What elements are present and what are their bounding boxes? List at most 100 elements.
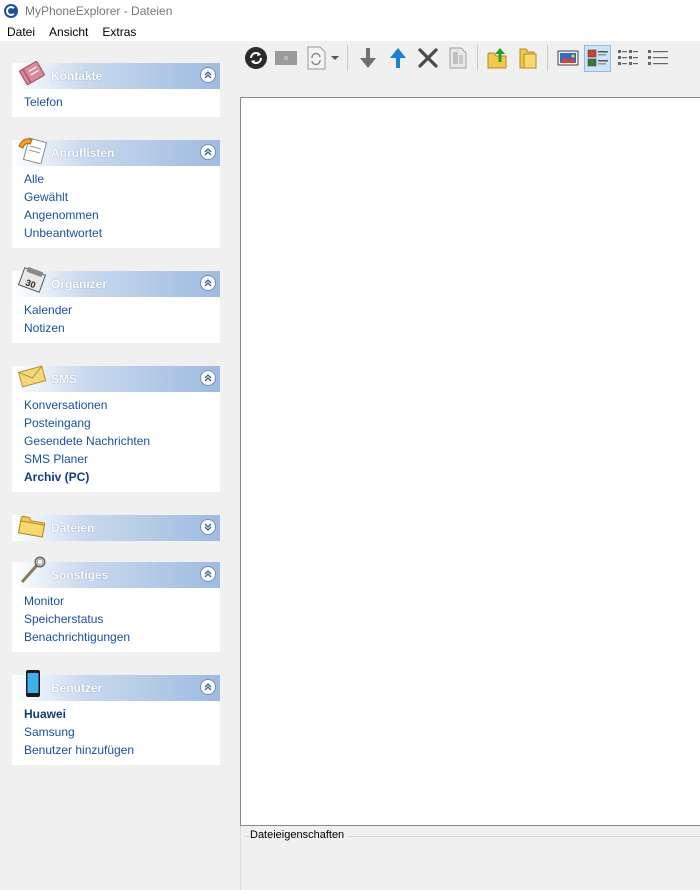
- refresh-icon: [244, 47, 267, 69]
- menu-extras[interactable]: Extras: [95, 25, 143, 39]
- expand-dateien-button[interactable]: [200, 519, 216, 535]
- properties-icon: [449, 47, 466, 69]
- toolbar: [240, 41, 700, 75]
- panel-header-sonstiges[interactable]: Sonstiges: [12, 556, 220, 588]
- sidebar-item-huawei[interactable]: Huawei: [24, 705, 220, 723]
- panel-organizer: 30 Organizer Kalender Notizen: [12, 266, 220, 343]
- thumbnail-view-button[interactable]: [554, 45, 581, 72]
- title-bar: MyPhoneExplorer - Dateien: [0, 0, 700, 22]
- panel-header-sms[interactable]: SMS: [12, 365, 220, 392]
- chevron-up-icon: [204, 148, 212, 156]
- tile-view-icon: [587, 49, 608, 67]
- phone-list-icon: [18, 137, 48, 164]
- sidebar-item-sms-planer[interactable]: SMS Planer: [24, 450, 220, 468]
- toolbar-separator: [547, 45, 548, 71]
- download-button[interactable]: [354, 45, 381, 72]
- collapse-benutzer-button[interactable]: [200, 679, 216, 695]
- sidebar-item-benachrichtigungen[interactable]: Benachrichtigungen: [24, 628, 220, 646]
- sidebar-item-konversationen[interactable]: Konversationen: [24, 396, 220, 414]
- chevron-up-icon: [204, 374, 212, 382]
- sidebar-item-alle[interactable]: Alle: [24, 170, 220, 188]
- panel-header-anruflisten[interactable]: Anruflisten: [12, 137, 220, 166]
- details-view-icon: [647, 50, 668, 65]
- refresh-button[interactable]: [242, 45, 269, 72]
- panel-dateien: Dateien: [12, 515, 220, 541]
- sidebar-item-benutzer-hinzufuegen[interactable]: Benutzer hinzufügen: [24, 741, 220, 759]
- chevron-up-icon: [204, 279, 212, 287]
- blank-button[interactable]: [272, 45, 299, 72]
- sidebar-item-gesendete-nachrichten[interactable]: Gesendete Nachrichten: [24, 432, 220, 450]
- thumbnail-view-icon: [557, 50, 578, 66]
- app-logo-icon: [4, 4, 18, 18]
- file-properties-panel: Dateieigenschaften: [240, 826, 700, 890]
- panel-sonstiges: Sonstiges Monitor Speicherstatus Benachr…: [12, 556, 220, 652]
- panel-title-organizer: Organizer: [51, 277, 108, 291]
- collapse-sms-button[interactable]: [200, 370, 216, 386]
- menu-ansicht[interactable]: Ansicht: [42, 25, 95, 39]
- sidebar-item-speicherstatus[interactable]: Speicherstatus: [24, 610, 220, 628]
- chevron-up-icon: [204, 71, 212, 79]
- delete-button[interactable]: [414, 45, 441, 72]
- delete-icon: [417, 48, 438, 68]
- panel-header-dateien[interactable]: Dateien: [12, 515, 220, 541]
- panel-title-dateien: Dateien: [51, 521, 95, 535]
- chevron-up-icon: [204, 570, 212, 578]
- panel-title-sonstiges: Sonstiges: [51, 568, 109, 582]
- properties-button[interactable]: [444, 45, 471, 72]
- toolbar-separator: [477, 45, 478, 71]
- menu-bar: Datei Ansicht Extras: [0, 22, 700, 41]
- sidebar-item-telefon[interactable]: Telefon: [24, 93, 220, 111]
- list-view-button[interactable]: [614, 45, 641, 72]
- sync-dropdown-button[interactable]: [329, 45, 341, 72]
- sidebar-item-samsung[interactable]: Samsung: [24, 723, 220, 741]
- sync-button[interactable]: [302, 45, 329, 72]
- panel-header-kontakte[interactable]: Kontakte: [12, 60, 220, 89]
- folder-up-icon: [487, 48, 506, 69]
- toolbar-separator: [347, 45, 348, 71]
- panel-sms: SMS Konversationen Posteingang Gesendete…: [12, 365, 220, 492]
- sidebar: Kontakte Telefon Anruflisten Alle Gewähl: [0, 41, 232, 890]
- folder-button[interactable]: [514, 45, 541, 72]
- tile-view-button[interactable]: [584, 44, 611, 72]
- details-view-button[interactable]: [644, 45, 671, 72]
- panel-kontakte: Kontakte Telefon: [12, 60, 220, 117]
- sidebar-item-archiv-pc[interactable]: Archiv (PC): [24, 468, 220, 486]
- sidebar-item-kalender[interactable]: Kalender: [24, 301, 220, 319]
- sidebar-item-notizen[interactable]: Notizen: [24, 319, 220, 337]
- sidebar-item-unbeantwortet[interactable]: Unbeantwortet: [24, 224, 220, 242]
- address-book-icon: [19, 60, 45, 86]
- collapse-organizer-button[interactable]: [200, 275, 216, 291]
- dropdown-arrow-icon: [331, 56, 339, 60]
- properties-label: Dateieigenschaften: [250, 829, 348, 841]
- window-title: MyPhoneExplorer - Dateien: [25, 4, 173, 18]
- file-list-area[interactable]: [240, 97, 700, 826]
- folder-up-button[interactable]: [484, 45, 511, 72]
- folder-icon: [519, 48, 536, 69]
- chevron-down-icon: [204, 523, 212, 531]
- wrench-icon: [20, 556, 46, 583]
- panel-header-benutzer[interactable]: Benutzer: [12, 670, 220, 701]
- envelope-icon: [17, 365, 47, 388]
- collapse-kontakte-button[interactable]: [200, 67, 216, 83]
- chevron-up-icon: [204, 683, 212, 691]
- panel-title-sms: SMS: [51, 372, 78, 386]
- panel-title-kontakte: Kontakte: [51, 69, 103, 83]
- collapse-sonstiges-button[interactable]: [200, 566, 216, 582]
- sidebar-item-posteingang[interactable]: Posteingang: [24, 414, 220, 432]
- download-icon: [359, 48, 376, 68]
- panel-benutzer: Benutzer Huawei Samsung Benutzer hinzufü…: [12, 670, 220, 765]
- upload-button[interactable]: [384, 45, 411, 72]
- upload-icon: [389, 48, 406, 68]
- blank-icon: [274, 51, 297, 65]
- panel-anruflisten: Anruflisten Alle Gewählt Angenommen Unbe…: [12, 137, 220, 248]
- sidebar-item-angenommen[interactable]: Angenommen: [24, 206, 220, 224]
- panel-header-organizer[interactable]: 30 Organizer: [12, 266, 220, 297]
- sidebar-item-monitor[interactable]: Monitor: [24, 592, 220, 610]
- calendar-icon: 30: [17, 266, 47, 293]
- sidebar-item-gewaehlt[interactable]: Gewählt: [24, 188, 220, 206]
- list-view-icon: [617, 50, 638, 65]
- collapse-anruflisten-button[interactable]: [200, 144, 216, 160]
- sync-icon: [307, 46, 325, 70]
- menu-datei[interactable]: Datei: [0, 25, 42, 39]
- folder-icon: [18, 515, 46, 538]
